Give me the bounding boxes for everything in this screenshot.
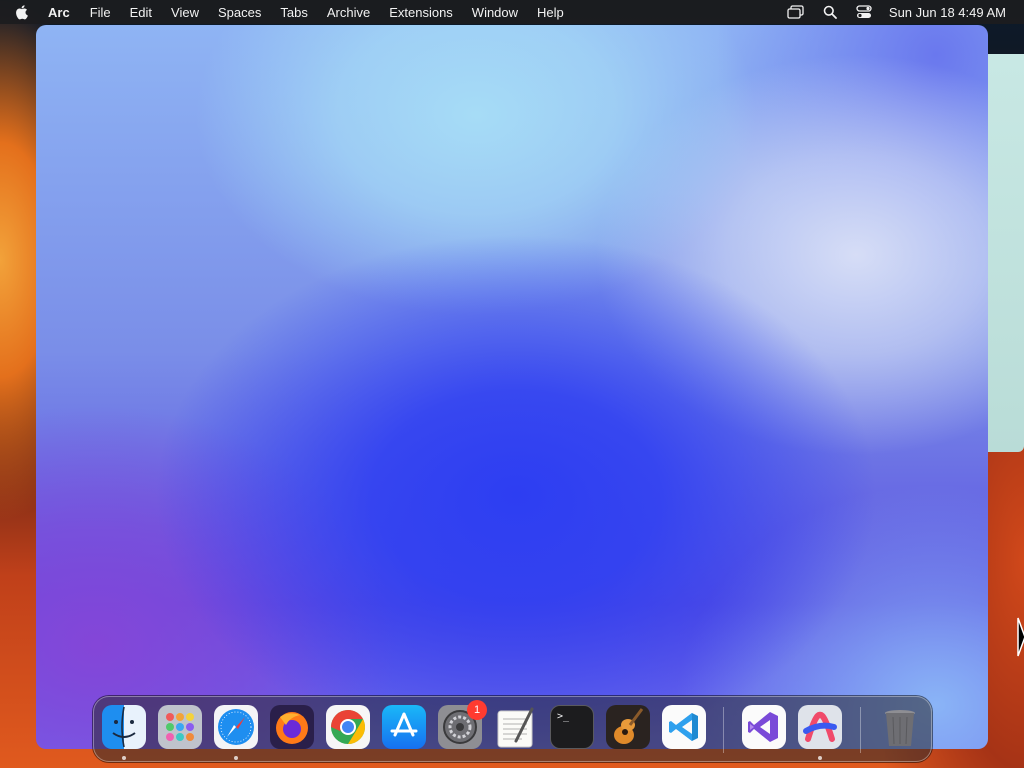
menubar-clock[interactable]: Sun Jun 18 4:49 AM bbox=[889, 5, 1006, 20]
menu-edit[interactable]: Edit bbox=[130, 5, 152, 20]
apple-logo-icon[interactable] bbox=[14, 4, 28, 20]
chrome-icon bbox=[331, 710, 365, 744]
dock-firefox[interactable] bbox=[270, 705, 314, 749]
vscode-icon bbox=[669, 713, 698, 741]
dock-visual-studio[interactable] bbox=[742, 705, 786, 749]
menu-bar: Arc File Edit View Spaces Tabs Archive E… bbox=[0, 0, 1024, 24]
dock-garageband[interactable] bbox=[606, 705, 650, 749]
menu-view[interactable]: View bbox=[171, 5, 199, 20]
dock-trash[interactable] bbox=[878, 705, 922, 749]
mouse-cursor-icon bbox=[1017, 617, 1024, 657]
dock-chrome[interactable] bbox=[326, 705, 370, 749]
garageband-icon bbox=[614, 708, 644, 744]
menu-app-name[interactable]: Arc bbox=[48, 5, 70, 20]
dock-vscode[interactable] bbox=[662, 705, 706, 749]
dock: >_ bbox=[93, 696, 932, 762]
dock-app-store[interactable] bbox=[382, 705, 426, 749]
visual-studio-icon bbox=[748, 712, 778, 742]
screen-mirroring-icon[interactable] bbox=[787, 4, 805, 20]
dock-separator bbox=[723, 707, 724, 753]
menu-tabs[interactable]: Tabs bbox=[280, 5, 307, 20]
running-indicator bbox=[234, 756, 238, 760]
arc-icon bbox=[803, 711, 837, 742]
menu-help[interactable]: Help bbox=[537, 5, 564, 20]
textedit-icon bbox=[497, 707, 534, 748]
safari-icon bbox=[218, 709, 254, 745]
firefox-icon bbox=[276, 712, 308, 744]
notification-badge: 1 bbox=[467, 700, 487, 720]
arc-browser-window[interactable] bbox=[36, 25, 988, 749]
dock-launchpad[interactable] bbox=[158, 705, 202, 749]
menu-archive[interactable]: Archive bbox=[327, 5, 370, 20]
dock-terminal[interactable]: >_ bbox=[550, 705, 594, 749]
spotlight-search-icon[interactable] bbox=[821, 4, 839, 20]
launchpad-icon bbox=[166, 713, 194, 741]
control-center-icon[interactable] bbox=[855, 4, 873, 20]
terminal-icon: >_ bbox=[557, 711, 570, 722]
dock-finder[interactable] bbox=[102, 705, 146, 749]
app-store-icon bbox=[390, 712, 418, 737]
dock-safari[interactable] bbox=[214, 705, 258, 749]
running-indicator bbox=[122, 756, 126, 760]
finder-icon bbox=[112, 706, 136, 748]
menu-window[interactable]: Window bbox=[472, 5, 518, 20]
menu-file[interactable]: File bbox=[90, 5, 111, 20]
menu-extensions[interactable]: Extensions bbox=[389, 5, 453, 20]
dock-arc[interactable] bbox=[798, 705, 842, 749]
dock-separator bbox=[860, 707, 861, 753]
running-indicator bbox=[818, 756, 822, 760]
dock-textedit[interactable] bbox=[494, 705, 538, 749]
menu-spaces[interactable]: Spaces bbox=[218, 5, 261, 20]
trash-icon bbox=[885, 710, 915, 746]
